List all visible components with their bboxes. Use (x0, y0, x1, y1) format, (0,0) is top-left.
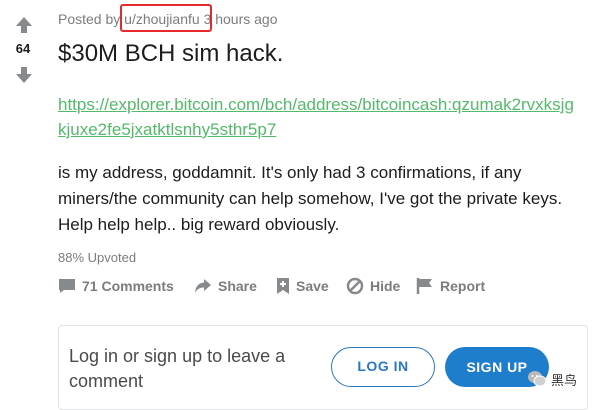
posted-by-label: Posted by (58, 11, 121, 27)
share-button[interactable]: Share (194, 274, 257, 298)
share-label: Share (218, 278, 257, 294)
comments-button[interactable]: 71 Comments (58, 274, 174, 298)
save-label: Save (296, 278, 329, 294)
upvoted-ratio: 88% Upvoted (58, 250, 137, 265)
author-link[interactable]: u/zhoujianfu (120, 4, 213, 32)
log-in-button[interactable]: LOG IN (331, 347, 435, 387)
post-time: 3 hours ago (203, 11, 278, 27)
watermark: 黑鸟 (527, 367, 577, 391)
hide-label: Hide (370, 278, 401, 294)
report-button[interactable]: Report (416, 274, 485, 298)
downvote-arrow-icon[interactable] (15, 66, 33, 89)
report-label: Report (440, 278, 486, 294)
post-body: is my address, goddamnit. It's only had … (58, 163, 563, 234)
comment-icon (59, 279, 75, 293)
save-button[interactable]: Save (276, 274, 329, 298)
post-link[interactable]: https://explorer.bitcoin.com/bch/address… (58, 92, 578, 142)
vote-score: 64 (15, 41, 31, 56)
hide-button[interactable]: Hide (346, 274, 400, 298)
hide-icon (346, 277, 364, 295)
flag-icon (416, 278, 432, 294)
upvote-arrow-icon[interactable] (15, 16, 33, 39)
login-prompt-card: Log in or sign up to leave a comment LOG… (58, 325, 588, 410)
save-icon (277, 278, 289, 294)
annotation-highlight-box (120, 4, 213, 32)
watermark-text: 黑鸟 (551, 372, 578, 388)
comments-label: 71 Comments (82, 278, 174, 294)
share-icon (195, 279, 211, 293)
post-title[interactable]: $30M BCH sim hack. (58, 40, 283, 68)
post-meta: Posted by u/zhoujianfu 3 hours ago (58, 4, 278, 32)
wechat-logo-icon (528, 371, 547, 387)
login-prompt-text: Log in or sign up to leave a comment (69, 346, 286, 391)
